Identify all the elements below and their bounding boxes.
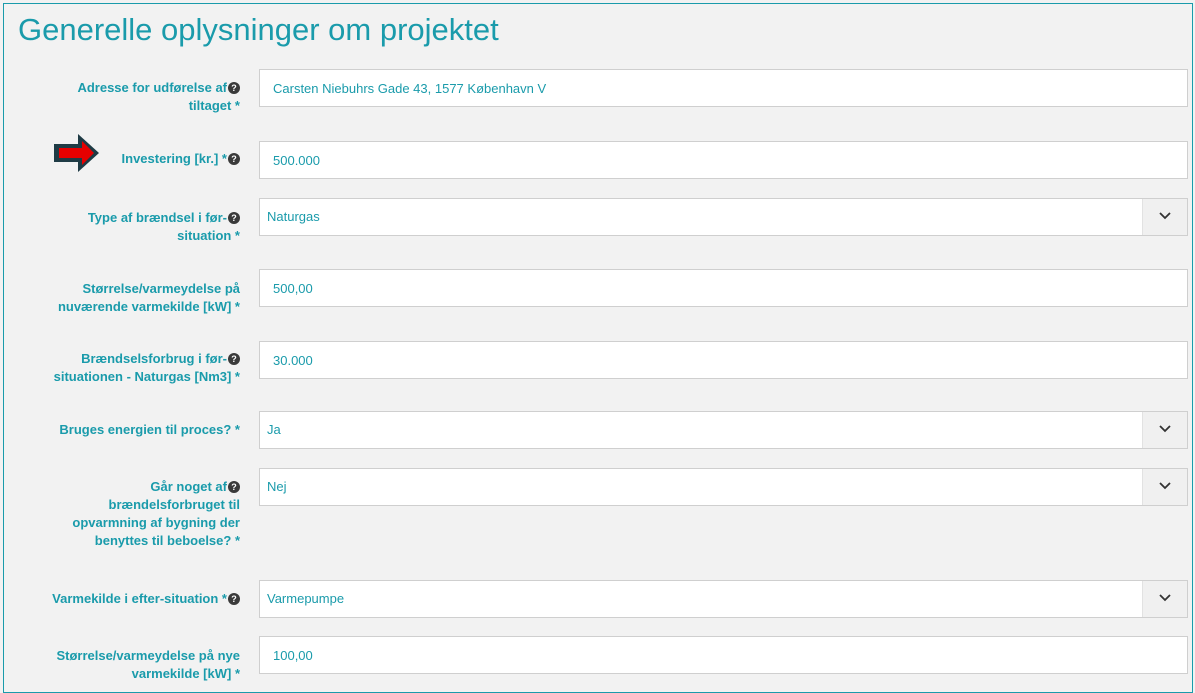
new-heat-size-field[interactable] <box>259 636 1188 674</box>
fuel-type-label: Type af brændsel i før-? situation * <box>87 210 240 243</box>
heat-source-after-select[interactable]: Varmepumpe <box>259 580 1188 618</box>
residential-heating-select[interactable]: Nej <box>259 468 1188 506</box>
help-icon[interactable]: ? <box>228 212 240 224</box>
help-icon[interactable]: ? <box>228 593 240 605</box>
new-heat-size-input[interactable] <box>273 637 1153 673</box>
address-label: Adresse for udførelse af? tiltaget * <box>77 80 240 113</box>
chevron-down-icon[interactable] <box>1142 199 1187 235</box>
current-heat-size-label: Størrelse/varmeydelse på nuværende varme… <box>57 281 240 314</box>
fuel-type-value: Naturgas <box>267 209 320 224</box>
address-field[interactable] <box>259 69 1188 107</box>
heat-source-after-label: Varmekilde i efter-situation *? <box>0 590 240 608</box>
fuel-consumption-label: Brændselsforbrug i før-? situationen - N… <box>53 351 240 384</box>
fuel-type-select[interactable]: Naturgas <box>259 198 1188 236</box>
fuel-consumption-field[interactable] <box>259 341 1188 379</box>
chevron-down-icon[interactable] <box>1142 469 1187 505</box>
process-label: Bruges energien til proces? * <box>59 422 240 437</box>
help-icon[interactable]: ? <box>228 153 240 165</box>
chevron-down-icon[interactable] <box>1142 412 1187 448</box>
section-title: Generelle oplysninger om projektet <box>18 12 499 47</box>
help-icon[interactable]: ? <box>228 353 240 365</box>
investment-label: Investering [kr.] *? <box>0 150 240 168</box>
residential-heating-label: Går noget af? brændelsforbruget til opva… <box>72 479 240 548</box>
help-icon[interactable]: ? <box>228 82 240 94</box>
residential-heating-value: Nej <box>267 479 287 494</box>
address-input[interactable] <box>273 70 1153 106</box>
investment-field[interactable] <box>259 141 1188 179</box>
fuel-consumption-input[interactable] <box>273 342 1153 378</box>
investment-input[interactable] <box>273 142 1153 178</box>
process-value: Ja <box>267 422 281 437</box>
help-icon[interactable]: ? <box>228 481 240 493</box>
chevron-down-icon[interactable] <box>1142 581 1187 617</box>
current-heat-size-input[interactable] <box>273 270 1153 306</box>
current-heat-size-field[interactable] <box>259 269 1188 307</box>
heat-source-after-value: Varmepumpe <box>267 591 345 606</box>
new-heat-size-label: Størrelse/varmeydelse på nye varmekilde … <box>56 648 240 681</box>
process-select[interactable]: Ja <box>259 411 1188 449</box>
